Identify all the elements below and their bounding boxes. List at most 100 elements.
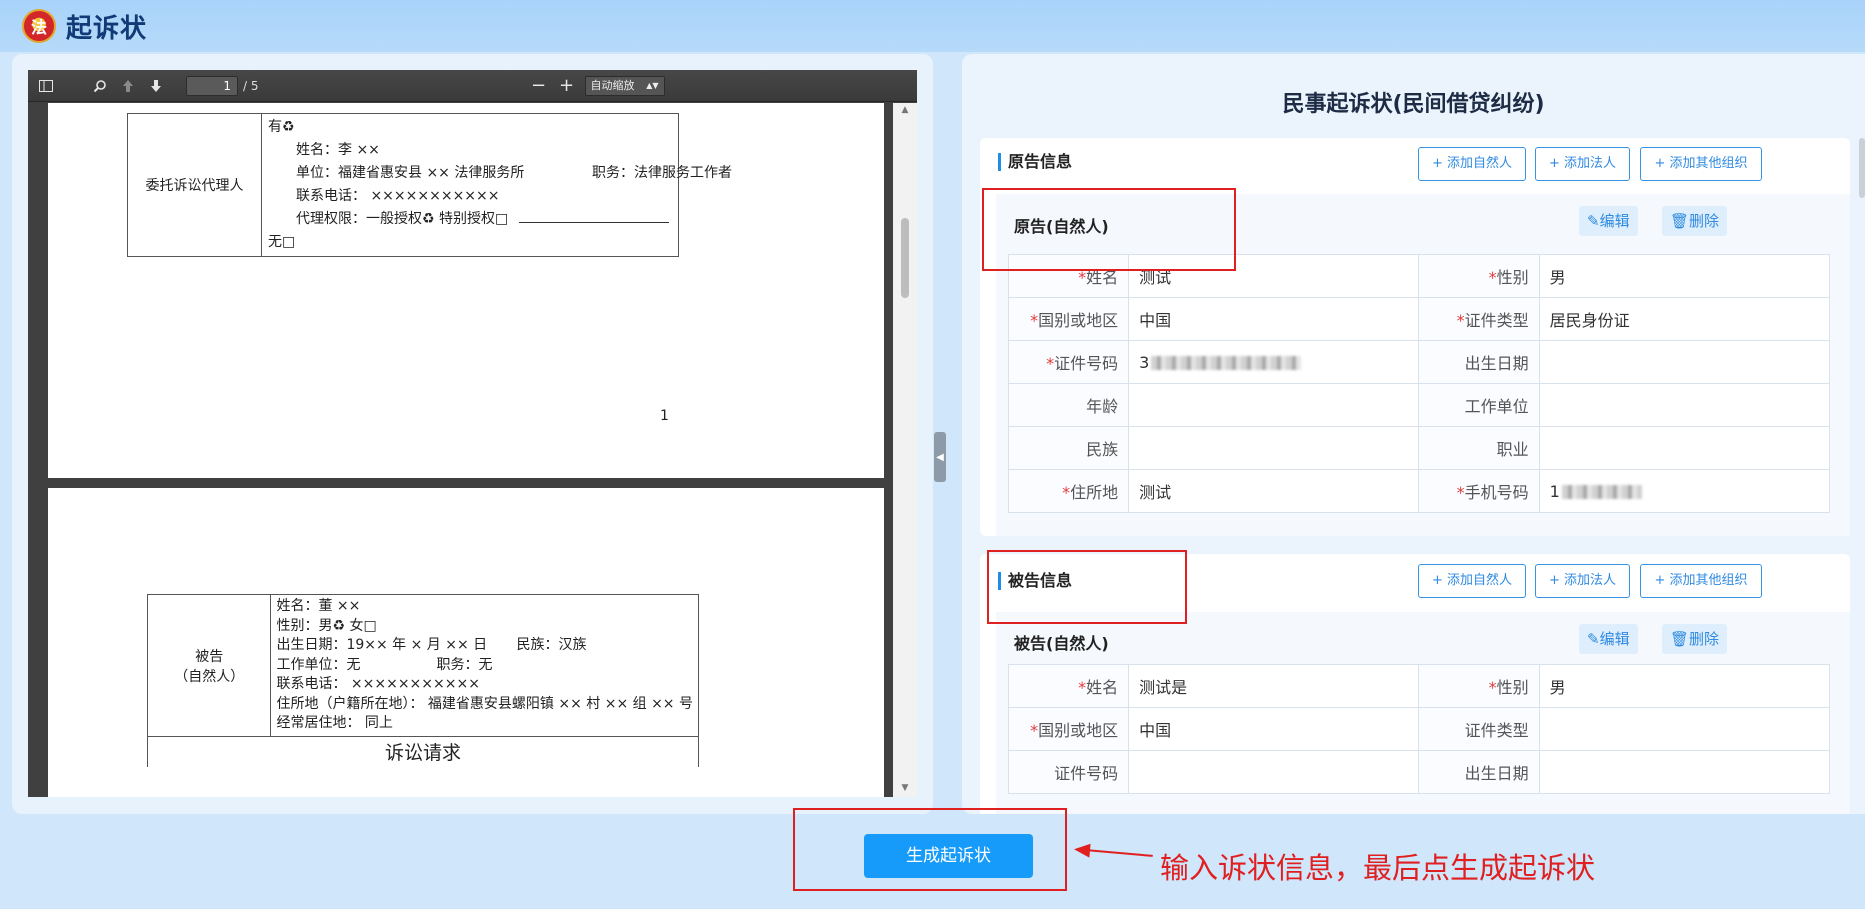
scroll-down-icon[interactable]: ▼ [899, 783, 911, 795]
search-icon[interactable] [86, 74, 114, 98]
field-label: *住所地 [1007, 469, 1130, 513]
zoom-in-button[interactable]: + [553, 74, 581, 98]
top-bar: 法 起诉状 [0, 0, 1865, 52]
delete-button[interactable]: 🗑删除 [1662, 206, 1728, 236]
agent-line: 有♻ [268, 119, 295, 135]
field-value: 中国 [1128, 297, 1420, 341]
field-value [1538, 383, 1831, 427]
pdf-preview-panel: 1 / 5 − + 自动缩放 ▲▼ 委托诉讼代理人 有♻ 姓名：李 ×× 单位：… [12, 54, 933, 814]
edit-icon: ✎ [1587, 212, 1600, 230]
defendant-line: 性别：男♻ 女□ [276, 617, 377, 634]
field-value [1128, 750, 1420, 794]
defendant-table: 被告 （自然人） 姓名：董 ×× 性别：男♻ 女□ 出生日期：19×× 年 × … [146, 594, 699, 767]
blank-underline [518, 222, 669, 223]
edit-button[interactable]: ✎编辑 [1579, 624, 1638, 654]
field-label: *性别 [1418, 664, 1540, 708]
pdf-page-1: 委托诉讼代理人 有♻ 姓名：李 ×× 单位：福建省惠安县 ×× 法律服务所 职务… [48, 103, 884, 478]
field-label: 证件号码 [1007, 750, 1130, 794]
field-label: *手机号码 [1418, 469, 1540, 513]
agent-line: 联系电话： ××××××××××× [296, 188, 500, 204]
field-value: 3 [1128, 340, 1420, 384]
field-value: 1 [1538, 469, 1831, 513]
field-label: 出生日期 [1418, 750, 1540, 794]
zoom-out-button[interactable]: − [525, 74, 553, 98]
field-label: *证件类型 [1418, 297, 1540, 341]
page-number-input[interactable]: 1 [186, 75, 238, 96]
agent-line: 姓名：李 ×× [296, 142, 380, 158]
field-value: 测试是 [1128, 664, 1420, 708]
field-value [1538, 340, 1831, 384]
field-value: 居民身份证 [1538, 297, 1831, 341]
field-label: 年龄 [1007, 383, 1130, 427]
field-value [1538, 707, 1831, 751]
edit-button[interactable]: ✎编辑 [1579, 206, 1638, 236]
table-row: 民族 职业 [1007, 426, 1831, 470]
field-value [1538, 750, 1831, 794]
trash-icon: 🗑 [1670, 630, 1690, 648]
agent-table: 委托诉讼代理人 有♻ 姓名：李 ×× 单位：福建省惠安县 ×× 法律服务所 职务… [127, 113, 732, 257]
pdf-pages-area[interactable]: 委托诉讼代理人 有♻ 姓名：李 ×× 单位：福建省惠安县 ×× 法律服务所 职务… [28, 103, 917, 797]
annotation-box-defendant [987, 550, 1187, 624]
table-row: 证件号码 出生日期 [1007, 750, 1831, 794]
field-label: *国别或地区 [1007, 707, 1130, 751]
phone-visible: 1 [1549, 481, 1560, 501]
agent-line: 无□ [268, 234, 296, 250]
field-label: 出生日期 [1418, 340, 1540, 384]
defendant-line: 民族：汉族 [516, 637, 587, 654]
plaintiff-info-table: *姓名 测试 *性别 男 *国别或地区 中国 *证件类型 居民身份证 *证件号码… [1007, 254, 1831, 513]
defendant-line: 工作单位：无 [276, 656, 361, 673]
field-label: *国别或地区 [1007, 297, 1130, 341]
field-label: 证件类型 [1418, 707, 1540, 751]
field-label: 工作单位 [1418, 383, 1540, 427]
field-label: 职业 [1418, 426, 1540, 470]
next-page-icon[interactable] [142, 74, 170, 98]
defendant-line: 姓名：董 ×× [276, 598, 361, 615]
generate-complaint-button[interactable]: 生成起诉状 [864, 834, 1033, 878]
field-value: 测试 [1128, 469, 1420, 513]
table-row: *证件号码 3 出生日期 [1007, 340, 1831, 384]
add-natural-person-button[interactable]: + 添加自然人 [1418, 147, 1526, 181]
claims-heading: 诉讼请求 [147, 736, 699, 767]
annotation-hint: 输入诉状信息，最后点生成起诉状 [1160, 851, 1596, 885]
annotation-arrow [1084, 849, 1153, 857]
add-natural-person-button[interactable]: + 添加自然人 [1418, 564, 1526, 598]
scroll-up-icon[interactable]: ▲ [899, 105, 911, 117]
field-label: *姓名 [1007, 664, 1130, 708]
agent-line: 职务：法律服务工作者 [592, 165, 732, 181]
party-title: 被告(自然人) [1014, 634, 1109, 653]
panel-collapse-handle[interactable]: ◀ [934, 432, 946, 482]
total-pages-label: / 5 [243, 78, 259, 93]
section-title: 原告信息 [998, 153, 1072, 171]
previous-page-icon[interactable] [114, 74, 142, 98]
defendant-line: 出生日期：19×× 年 × 月 ×× 日 [276, 637, 488, 654]
defendant-line: 联系电话： ××××××××××× [276, 676, 480, 693]
page-number: 1 [660, 408, 669, 424]
zoom-select-value: 自动缩放 [590, 78, 635, 92]
complaint-form-panel: 民事起诉状(民间借贷纠纷) 原告信息 + 添加自然人 + 添加法人 + 添加其他… [962, 54, 1865, 814]
pdf-scrollbar[interactable]: ▲ ▼ [893, 103, 917, 797]
form-scrollbar[interactable] [1859, 138, 1865, 198]
defendant-line: 住所地（户籍所在地）： 福建省惠安县螺阳镇 ×× 村 ×× 组 ×× 号 [276, 695, 693, 712]
add-legal-person-button[interactable]: + 添加法人 [1535, 147, 1630, 181]
scroll-thumb[interactable] [901, 218, 909, 298]
chevron-left-icon: ◀ [936, 451, 944, 463]
add-other-org-button[interactable]: + 添加其他组织 [1640, 564, 1762, 598]
zoom-select[interactable]: 自动缩放 ▲▼ [584, 75, 665, 96]
delete-button[interactable]: 🗑删除 [1662, 624, 1728, 654]
add-other-org-button[interactable]: + 添加其他组织 [1640, 147, 1762, 181]
table-row: *国别或地区 中国 *证件类型 居民身份证 [1007, 297, 1831, 341]
page-title: 起诉状 [66, 13, 148, 44]
table-row: 年龄 工作单位 [1007, 383, 1831, 427]
table-row: *国别或地区 中国 证件类型 [1007, 707, 1831, 751]
field-label: 民族 [1007, 426, 1130, 470]
chevron-updown-icon: ▲▼ [646, 80, 659, 90]
court-emblem-icon: 法 [22, 9, 56, 43]
redacted-mask [1151, 356, 1302, 370]
field-value: 中国 [1128, 707, 1420, 751]
id-number-visible: 3 [1139, 352, 1150, 372]
sidebar-toggle-icon[interactable] [32, 74, 60, 98]
field-value [1538, 426, 1831, 470]
field-value [1128, 426, 1420, 470]
add-legal-person-button[interactable]: + 添加法人 [1535, 564, 1630, 598]
pdf-page-2: 被告 （自然人） 姓名：董 ×× 性别：男♻ 女□ 出生日期：19×× 年 × … [48, 488, 884, 797]
